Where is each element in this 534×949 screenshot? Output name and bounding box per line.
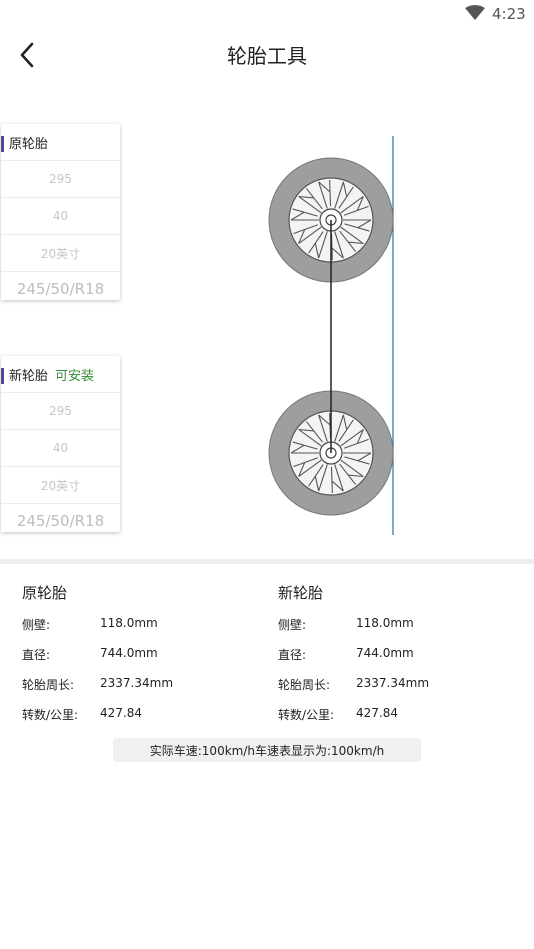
spec-row-revolutions: 转数/公里: 427.84 bbox=[22, 700, 262, 730]
spec-label: 直径: bbox=[22, 648, 51, 662]
original-tire-width-select[interactable]: 295 bbox=[1, 160, 120, 197]
spec-label: 转数/公里: bbox=[278, 708, 335, 722]
spec-value: 744.0mm bbox=[100, 646, 158, 660]
new-tire-spec: 245/50/R18 bbox=[1, 503, 120, 537]
spec-label: 轮胎周长: bbox=[22, 678, 75, 692]
accent-mark bbox=[1, 136, 4, 152]
spec-value: 427.84 bbox=[100, 706, 142, 720]
new-tire-rim-select[interactable]: 20英寸 bbox=[1, 466, 120, 503]
tire-comparison-diagram bbox=[268, 136, 394, 535]
speedometer-note: 实际车速:100km/h车速表显示为:100km/h bbox=[113, 738, 421, 762]
spec-value: 744.0mm bbox=[356, 646, 414, 660]
original-tire-specs: 原轮胎 侧壁: 118.0mm 直径: 744.0mm 轮胎周长: 2337.3… bbox=[22, 582, 262, 730]
new-specs-title: 新轮胎 bbox=[278, 584, 324, 602]
spec-row-sidewall: 侧壁: 118.0mm bbox=[278, 610, 518, 640]
spec-label: 轮胎周长: bbox=[278, 678, 331, 692]
spec-value: 118.0mm bbox=[356, 616, 414, 630]
spec-row-revolutions: 转数/公里: 427.84 bbox=[278, 700, 518, 730]
page-title: 轮胎工具 bbox=[227, 44, 307, 68]
spec-value: 118.0mm bbox=[100, 616, 158, 630]
app-header: 轮胎工具 bbox=[0, 28, 534, 80]
spec-label: 转数/公里: bbox=[22, 708, 79, 722]
original-tire-rim-select[interactable]: 20英寸 bbox=[1, 234, 120, 271]
spec-value: 2337.34mm bbox=[100, 676, 174, 690]
spec-row-circumference: 轮胎周长: 2337.34mm bbox=[22, 670, 262, 700]
accent-mark bbox=[1, 368, 4, 384]
original-tire-spec: 245/50/R18 bbox=[1, 271, 120, 305]
spec-row-circumference: 轮胎周长: 2337.34mm bbox=[278, 670, 518, 700]
new-tire-title: 新轮胎 bbox=[9, 368, 49, 384]
spec-value: 2337.34mm bbox=[356, 676, 430, 690]
wifi-icon bbox=[465, 5, 485, 20]
original-specs-title: 原轮胎 bbox=[22, 584, 68, 602]
status-bar: 4:23 bbox=[0, 0, 534, 28]
spec-label: 直径: bbox=[278, 648, 307, 662]
original-tire-header: 原轮胎 bbox=[1, 124, 120, 160]
new-tire-specs: 新轮胎 侧壁: 118.0mm 直径: 744.0mm 轮胎周长: 2337.3… bbox=[278, 582, 518, 730]
spec-row-sidewall: 侧壁: 118.0mm bbox=[22, 610, 262, 640]
new-tire-card: 新轮胎 可安装 295 40 20英寸 245/50/R18 bbox=[1, 356, 120, 532]
spec-label: 侧壁: bbox=[278, 618, 307, 632]
section-divider bbox=[0, 559, 534, 564]
spec-row-diameter: 直径: 744.0mm bbox=[278, 640, 518, 670]
original-tire-aspect-select[interactable]: 40 bbox=[1, 197, 120, 234]
new-tire-aspect-select[interactable]: 40 bbox=[1, 429, 120, 466]
new-tire-header: 新轮胎 可安装 bbox=[1, 356, 120, 392]
spec-label: 侧壁: bbox=[22, 618, 51, 632]
status-time: 4:23 bbox=[492, 5, 526, 23]
spec-row-diameter: 直径: 744.0mm bbox=[22, 640, 262, 670]
install-status-badge: 可安装 bbox=[55, 368, 95, 384]
new-tire-width-select[interactable]: 295 bbox=[1, 392, 120, 429]
spec-value: 427.84 bbox=[356, 706, 398, 720]
original-tire-card: 原轮胎 295 40 20英寸 245/50/R18 bbox=[1, 124, 120, 300]
original-tire-title: 原轮胎 bbox=[9, 136, 49, 152]
